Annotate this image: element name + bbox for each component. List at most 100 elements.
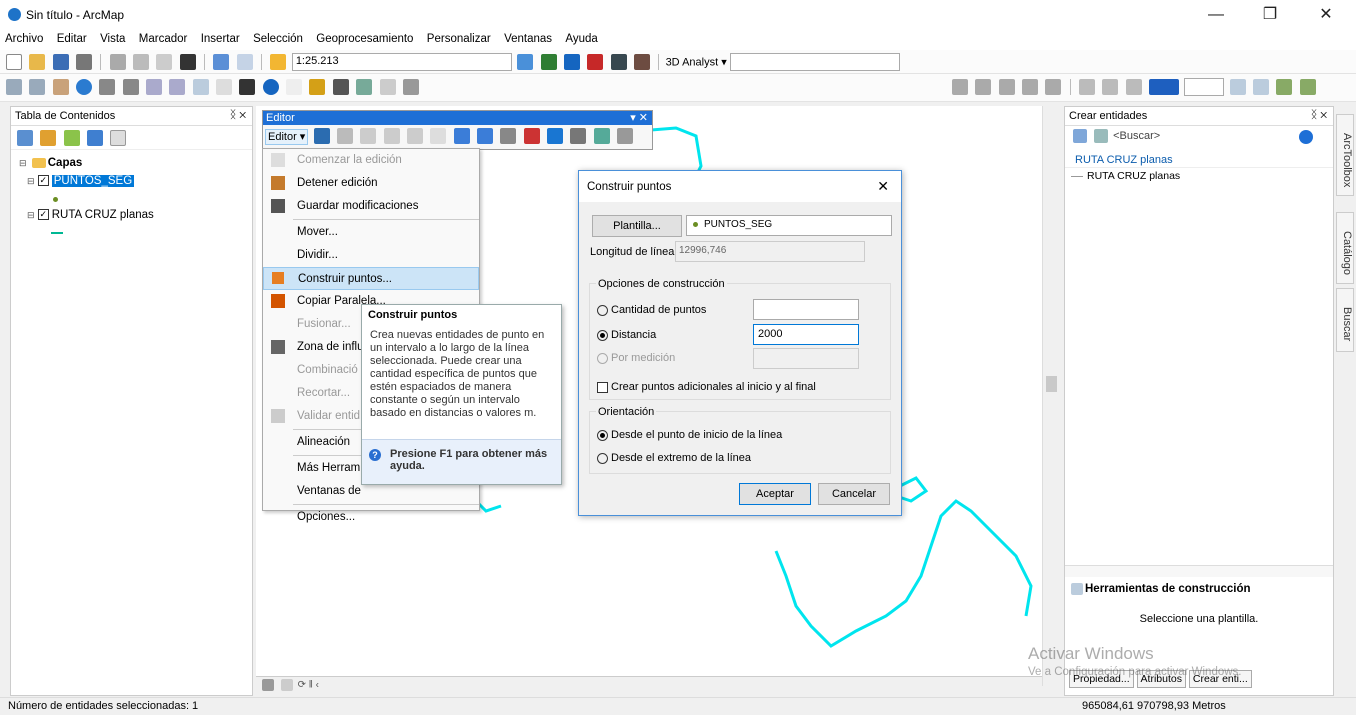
radio-count[interactable] — [597, 304, 608, 316]
find-icon[interactable] — [332, 79, 349, 95]
3d-tool-icon[interactable] — [975, 79, 992, 95]
filter-icon[interactable] — [1094, 129, 1109, 143]
scale-combobox[interactable]: 1:25.213 — [291, 53, 512, 71]
layout-view-icon[interactable] — [280, 679, 293, 691]
search-icon[interactable] — [1299, 130, 1313, 144]
distance-option[interactable]: Distancia — [597, 329, 656, 341]
edit-annotation-icon[interactable] — [337, 128, 354, 144]
split-icon[interactable] — [523, 128, 540, 144]
maximize-button[interactable]: ❐ — [1250, 4, 1290, 28]
data-view-icon[interactable] — [262, 679, 274, 691]
goto-xy-icon[interactable] — [356, 79, 373, 95]
zoom-out-icon[interactable] — [29, 79, 46, 95]
layer-name-puntos[interactable]: PUNTOS_SEG — [51, 175, 135, 187]
close-button[interactable]: ✕ — [1306, 4, 1346, 28]
accept-button[interactable]: Aceptar — [739, 483, 811, 505]
redo-icon[interactable] — [236, 54, 253, 70]
template-item[interactable]: RUTA CRUZ planas — [1065, 168, 1333, 184]
3d-tool-icon[interactable] — [1045, 79, 1062, 95]
measure-option[interactable]: Por medición — [597, 352, 675, 364]
forward-extent-icon[interactable] — [169, 79, 186, 95]
add-data-icon[interactable] — [270, 54, 287, 70]
cut-polygons-icon[interactable] — [500, 128, 517, 144]
map-vertical-scrollbar[interactable] — [1042, 106, 1060, 686]
menu-item-comenzar-edicion[interactable]: Comenzar la edición — [263, 149, 479, 172]
menu-editar[interactable]: Editar — [52, 30, 92, 45]
end-point-arc-icon[interactable] — [383, 128, 400, 144]
trace-icon[interactable] — [407, 128, 424, 144]
radio-distance[interactable] — [597, 329, 608, 341]
select-features-icon[interactable] — [192, 79, 209, 95]
print-icon[interactable] — [76, 54, 93, 70]
toc-pin-close[interactable]: ᛝ ✕ — [230, 109, 246, 121]
point-icon[interactable] — [430, 128, 447, 144]
menu-personalizar[interactable]: Personalizar — [422, 30, 496, 45]
table-icon[interactable] — [540, 54, 557, 70]
catalog-icon[interactable] — [563, 54, 580, 70]
delete-icon[interactable] — [179, 54, 196, 70]
layer-name-ruta[interactable]: RUTA CRUZ planas — [52, 209, 154, 221]
viewer-window-icon[interactable] — [402, 79, 419, 95]
3d-analyst-dropdown[interactable]: 3D Analyst ▾ — [666, 57, 727, 69]
edit-tool-icon[interactable] — [313, 128, 330, 144]
identify-icon[interactable] — [262, 79, 279, 95]
orient-start-option[interactable]: Desde el punto de inicio de la línea — [597, 429, 782, 441]
back-extent-icon[interactable] — [146, 79, 163, 95]
straight-segment-icon[interactable] — [360, 128, 377, 144]
layer-visibility-checkbox[interactable]: ✓ — [37, 209, 49, 221]
attributes-icon[interactable] — [570, 128, 587, 144]
menu-insertar[interactable]: Insertar — [196, 30, 245, 45]
menu-item-guardar[interactable]: Guardar modificaciones — [263, 195, 479, 218]
list-by-source-icon[interactable] — [40, 130, 57, 146]
layout-tool-icon[interactable] — [1299, 79, 1316, 95]
python-icon[interactable] — [610, 54, 627, 70]
rotate-icon[interactable] — [547, 128, 564, 144]
editor-toolbar-icon[interactable] — [517, 54, 534, 70]
html-popup-icon[interactable] — [286, 79, 303, 95]
orient-end-option[interactable]: Desde el extremo de la línea — [597, 452, 751, 464]
options-icon[interactable] — [110, 130, 127, 146]
template-button[interactable]: Plantilla... — [592, 215, 682, 237]
layer-visibility-checkbox[interactable]: ✓ — [37, 175, 49, 187]
cancel-button[interactable]: Cancelar — [818, 483, 890, 505]
color-swatch-icon[interactable] — [1149, 79, 1180, 95]
save-icon[interactable] — [52, 54, 69, 70]
3d-tool-icon[interactable] — [952, 79, 968, 95]
menu-item-detener-edicion[interactable]: Detener edición — [263, 172, 479, 195]
layout-tool-icon[interactable] — [1079, 79, 1096, 95]
clear-selection-icon[interactable] — [216, 79, 233, 95]
arctoolbox-icon[interactable] — [587, 54, 604, 70]
search-templates-field[interactable]: <Buscar> — [1113, 130, 1160, 142]
fixed-zoom-in-icon[interactable] — [99, 79, 116, 95]
menu-seleccion[interactable]: Selección — [248, 30, 308, 45]
new-document-icon[interactable] — [6, 54, 22, 70]
layout-combobox[interactable] — [1184, 78, 1225, 96]
menu-item-mover[interactable]: Mover... — [263, 221, 479, 244]
undo-icon[interactable] — [213, 54, 230, 70]
editor-menu-button[interactable]: Editor ▾ — [265, 128, 309, 145]
layout-tool-icon[interactable] — [1253, 79, 1270, 95]
scroll-thumb[interactable] — [1046, 376, 1057, 392]
menu-vista[interactable]: Vista — [95, 30, 130, 45]
sketch-properties-icon[interactable] — [593, 128, 610, 144]
refresh-pause-icons[interactable]: ⟳ ‖ ‹ — [298, 680, 319, 691]
radio-orient-start[interactable] — [597, 429, 608, 441]
list-by-selection-icon[interactable] — [87, 130, 104, 146]
paste-icon[interactable] — [156, 54, 173, 70]
cut-icon[interactable] — [109, 54, 126, 70]
count-field[interactable] — [753, 299, 859, 320]
count-option[interactable]: Cantidad de puntos — [597, 304, 706, 316]
open-folder-icon[interactable] — [29, 54, 46, 70]
dialog-close-button[interactable]: ✕ — [877, 178, 889, 195]
measure-icon[interactable] — [309, 79, 326, 95]
create-features-pin-close[interactable]: ᛝ ✕ — [1311, 109, 1327, 121]
minimize-button[interactable]: — — [1196, 4, 1236, 28]
layout-tool-icon[interactable] — [1125, 79, 1142, 95]
menu-archivo[interactable]: Archivo — [0, 30, 48, 45]
copy-icon[interactable] — [133, 54, 150, 70]
create-features-icon[interactable] — [617, 128, 634, 144]
extra-points-checkbox[interactable] — [597, 381, 608, 393]
full-extent-icon[interactable] — [76, 79, 93, 95]
list-by-drawing-order-icon[interactable] — [17, 130, 33, 146]
list-by-visibility-icon[interactable] — [63, 130, 80, 146]
